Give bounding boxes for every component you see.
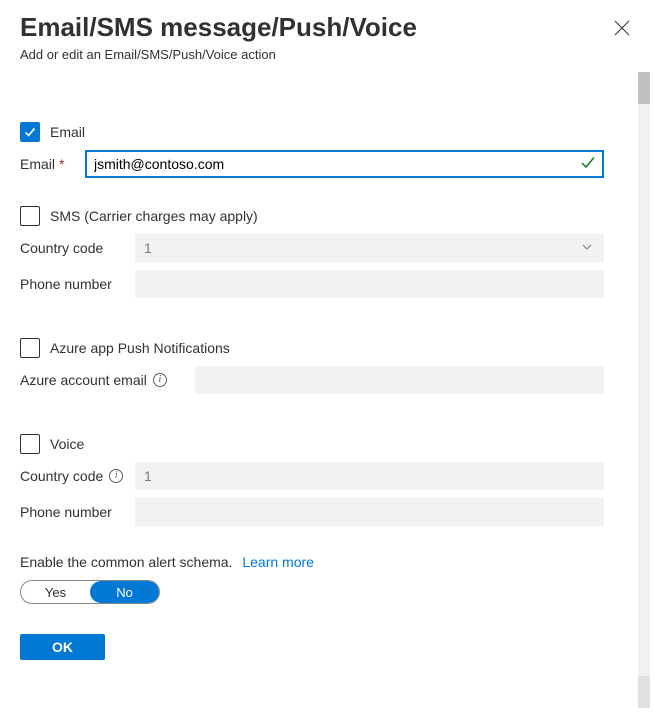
email-field-row: Email * [20,150,604,178]
voice-checkbox-row: Voice [20,434,604,454]
push-email-input[interactable] [195,366,604,394]
learn-more-link[interactable]: Learn more [242,554,314,570]
voice-country-label-wrap: Country code i [20,468,135,484]
action-panel: Email/SMS message/Push/Voice Add or edit… [0,0,654,716]
voice-section: Voice Country code i Phone number [20,434,604,526]
sms-country-value: 1 [144,240,152,256]
push-field-label: Azure account email [20,372,147,388]
push-field-label-wrap: Azure account email i [20,372,195,388]
push-field-row: Azure account email i [20,366,604,394]
voice-phone-row: Phone number [20,498,604,526]
voice-phone-input[interactable] [135,498,604,526]
voice-phone-label: Phone number [20,504,135,520]
vertical-scrollbar[interactable] [638,72,650,708]
sms-country-label: Country code [20,240,135,256]
voice-country-control [135,462,604,490]
voice-phone-control [135,498,604,526]
schema-row: Enable the common alert schema. Learn mo… [20,554,604,570]
close-icon[interactable] [614,20,630,36]
email-field-label: Email [20,156,55,172]
sms-country-row: Country code 1 [20,234,604,262]
push-checkbox-label: Azure app Push Notifications [50,340,230,356]
push-field-control [195,366,604,394]
sms-checkbox[interactable] [20,206,40,226]
voice-checkbox[interactable] [20,434,40,454]
push-checkbox-row: Azure app Push Notifications [20,338,604,358]
voice-country-input[interactable] [135,462,604,490]
schema-toggle-yes[interactable]: Yes [21,581,90,603]
schema-text: Enable the common alert schema. [20,554,232,570]
info-icon[interactable]: i [153,373,167,387]
push-section: Azure app Push Notifications Azure accou… [20,338,604,394]
panel-content: Email Email * SMS [20,92,634,660]
panel-subtitle: Add or edit an Email/SMS/Push/Voice acti… [20,47,417,62]
schema-toggle-no[interactable]: No [90,581,159,603]
sms-phone-label: Phone number [20,276,135,292]
sms-phone-input[interactable] [135,270,604,298]
schema-toggle: Yes No [20,580,160,604]
info-icon[interactable]: i [109,469,123,483]
sms-phone-row: Phone number [20,270,604,298]
chevron-down-icon [581,240,593,256]
sms-section: SMS (Carrier charges may apply) Country … [20,206,604,298]
email-checkbox[interactable] [20,122,40,142]
ok-button[interactable]: OK [20,634,105,660]
voice-checkbox-label: Voice [50,436,84,452]
sms-country-control: 1 [135,234,604,262]
email-field-control [85,150,604,178]
voice-country-label: Country code [20,468,103,484]
voice-country-row: Country code i [20,462,604,490]
required-indicator: * [59,156,64,172]
email-checkbox-label: Email [50,124,85,140]
sms-checkbox-label: SMS (Carrier charges may apply) [50,208,258,224]
email-input[interactable] [85,150,604,178]
sms-country-select[interactable]: 1 [135,234,604,262]
email-field-label-wrap: Email * [20,156,85,172]
sms-checkbox-row: SMS (Carrier charges may apply) [20,206,604,226]
panel-title: Email/SMS message/Push/Voice [20,12,417,43]
scrollbar-thumb[interactable] [638,676,650,708]
scrollbar-thumb[interactable] [638,72,650,104]
email-checkbox-row: Email [20,122,604,142]
sms-phone-control [135,270,604,298]
valid-check-icon [580,155,596,174]
email-section: Email Email * [20,122,604,178]
panel-header: Email/SMS message/Push/Voice Add or edit… [20,12,634,92]
push-checkbox[interactable] [20,338,40,358]
